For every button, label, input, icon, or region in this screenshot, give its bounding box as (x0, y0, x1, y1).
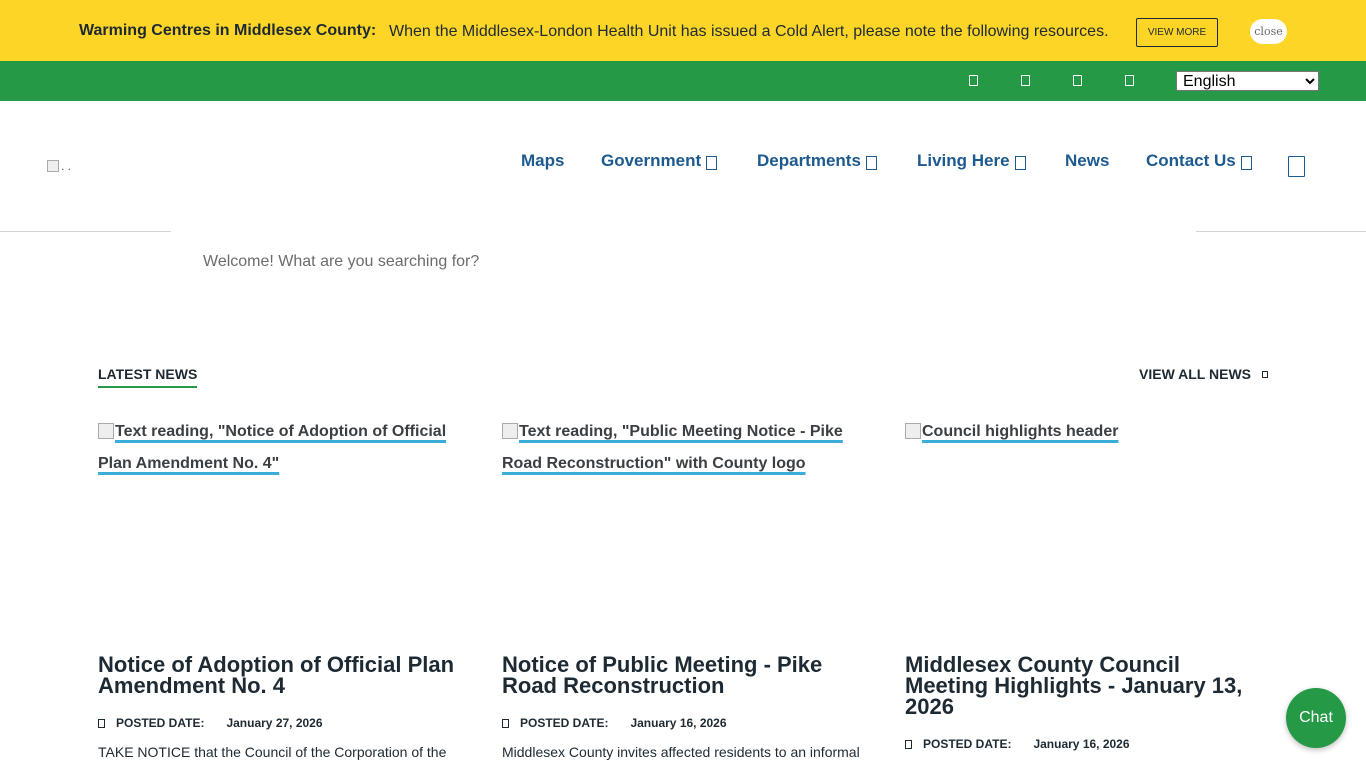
divider (1196, 231, 1366, 232)
news-title[interactable]: Notice of Adoption of Official Plan Amen… (98, 654, 458, 697)
alert-banner: Warming Centres in Middlesex County: Whe… (0, 0, 1366, 61)
facebook-icon[interactable] (969, 75, 978, 86)
close-alert-button[interactable]: close (1250, 19, 1287, 44)
logo-image (47, 160, 59, 172)
latest-news-heading: LATEST NEWS (98, 366, 198, 388)
calendar-icon (98, 718, 105, 728)
posted-label: POSTED DATE: (520, 716, 609, 730)
chevron-down-icon (865, 155, 877, 170)
nav-label: Living Here (917, 151, 1010, 170)
divider (0, 231, 171, 232)
news-excerpt: Middlesex County invites affected reside… (502, 744, 860, 760)
news-image-link[interactable]: Text reading, "Public Meeting Notice - P… (502, 416, 867, 640)
nav-label: Government (601, 151, 702, 170)
arrow-right-icon (1262, 370, 1268, 378)
posted-date: January 27, 2026 (226, 716, 323, 730)
chat-button[interactable]: Chat (1286, 688, 1346, 748)
broken-image-icon (98, 423, 114, 439)
image-alt-text: Text reading, "Notice of Adoption of Off… (98, 423, 447, 472)
news-card: Text reading, "Public Meeting Notice - P… (502, 416, 867, 760)
youtube-icon[interactable] (1125, 75, 1134, 86)
posted-date: January 16, 2026 (630, 716, 727, 730)
news-title[interactable]: Middlesex County Council Meeting Highlig… (905, 654, 1265, 718)
nav-government[interactable]: Government (601, 151, 718, 171)
posted-date: January 16, 2026 (1033, 737, 1130, 751)
alert-title: Warming Centres in Middlesex County: (79, 22, 377, 39)
nav-living-here[interactable]: Living Here (917, 151, 1026, 171)
posted-label: POSTED DATE: (116, 716, 205, 730)
language-select[interactable]: English (1176, 71, 1319, 91)
news-meta: POSTED DATE: January 16, 2026 (905, 737, 1130, 751)
chevron-down-icon (706, 155, 718, 170)
view-all-news-link[interactable]: VIEW ALL NEWS (1139, 366, 1268, 382)
alert-message: When the Middlesex-London Health Unit ha… (389, 23, 1109, 40)
image-alt-text: Text reading, "Public Meeting Notice - P… (502, 423, 843, 472)
chevron-down-icon (1014, 155, 1026, 170)
nav-departments[interactable]: Departments (757, 151, 877, 171)
nav-news[interactable]: News (1065, 151, 1109, 171)
image-alt-text: Council highlights header (922, 423, 1119, 440)
broken-image-icon (502, 423, 518, 439)
search-input[interactable] (171, 244, 1196, 280)
news-card: Council highlights header Middlesex Coun… (905, 416, 1270, 751)
nav-label: Maps (521, 151, 565, 170)
chevron-down-icon (1240, 155, 1252, 170)
logo-alt: . . (61, 159, 72, 173)
news-image-link[interactable]: Council highlights header (905, 416, 1270, 640)
news-meta: POSTED DATE: January 27, 2026 (98, 716, 323, 730)
search-icon[interactable] (1288, 156, 1305, 177)
news-meta: POSTED DATE: January 16, 2026 (502, 716, 727, 730)
calendar-icon (905, 739, 912, 749)
site-logo[interactable]: . . (47, 159, 77, 174)
news-excerpt: TAKE NOTICE that the Council of the Corp… (98, 744, 447, 760)
nav-maps[interactable]: Maps (521, 151, 564, 171)
news-card: Text reading, "Notice of Adoption of Off… (98, 416, 463, 760)
broken-image-icon (905, 423, 921, 439)
instagram-icon[interactable] (1073, 75, 1082, 86)
nav-contact-us[interactable]: Contact Us (1146, 151, 1252, 171)
view-all-label: VIEW ALL NEWS (1139, 366, 1251, 382)
twitter-icon[interactable] (1021, 75, 1030, 86)
utility-bar (0, 61, 1366, 101)
news-title[interactable]: Notice of Public Meeting - Pike Road Rec… (502, 654, 842, 697)
posted-label: POSTED DATE: (923, 737, 1012, 751)
nav-label: Departments (757, 151, 861, 170)
view-more-button[interactable]: VIEW MORE (1136, 18, 1218, 47)
nav-label: Contact Us (1146, 151, 1236, 170)
calendar-icon (502, 718, 509, 728)
nav-label: News (1065, 151, 1110, 170)
news-image-link[interactable]: Text reading, "Notice of Adoption of Off… (98, 416, 463, 640)
